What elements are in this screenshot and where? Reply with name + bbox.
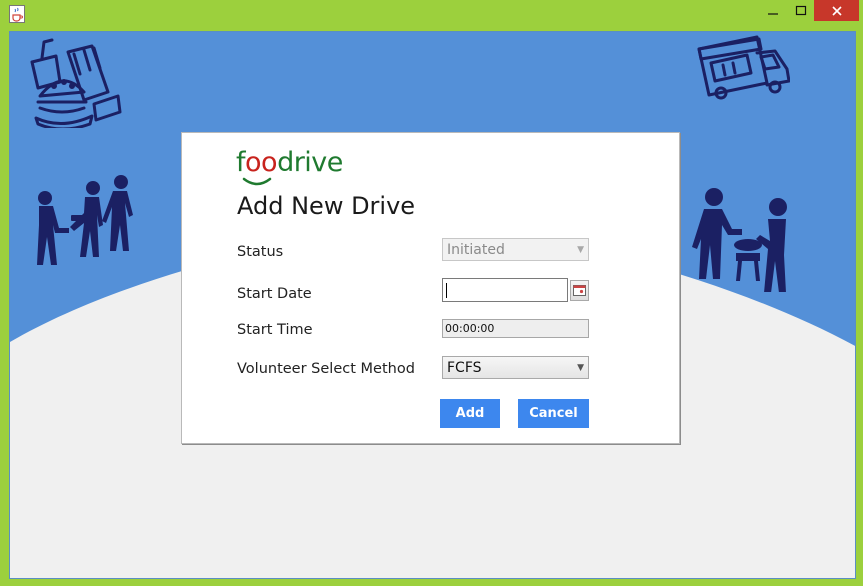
- start-date-label: Start Date: [237, 286, 312, 302]
- logo-smile-icon: [242, 177, 272, 186]
- minimize-icon: [768, 12, 778, 15]
- chevron-down-icon: ▼: [577, 362, 584, 373]
- title-bar[interactable]: [0, 0, 863, 29]
- volunteer-method-select[interactable]: FCFS ▼: [442, 356, 589, 379]
- start-time-label: Start Time: [237, 322, 313, 338]
- chevron-down-icon: ▼: [577, 244, 584, 255]
- minimize-button[interactable]: [758, 0, 788, 21]
- maximize-button[interactable]: [788, 0, 814, 21]
- close-button[interactable]: [814, 0, 859, 21]
- text-cursor: [446, 283, 447, 298]
- volunteer-method-value: FCFS: [447, 359, 482, 376]
- logo-text-drive: drive: [277, 147, 343, 178]
- add-button[interactable]: Add: [440, 399, 500, 428]
- volunteer-method-label: Volunteer Select Method: [237, 361, 415, 377]
- fast-food-icon: [30, 38, 122, 128]
- food-truck-icon: [697, 35, 790, 100]
- status-label: Status: [237, 244, 284, 260]
- volunteers-group-icon: [37, 175, 133, 265]
- food-serving-icon: [692, 188, 787, 292]
- status-select: Initiated ▼: [442, 238, 589, 261]
- start-date-input[interactable]: [442, 278, 568, 302]
- close-icon: [831, 5, 842, 16]
- logo-text-f: f: [236, 147, 246, 178]
- page-title: Add New Drive: [237, 192, 416, 220]
- java-cup-icon: [9, 5, 25, 23]
- calendar-button[interactable]: [570, 280, 589, 301]
- app-window: foodrive Add New Drive Status Initiated …: [0, 0, 863, 586]
- foodrive-logo: foodrive: [236, 147, 343, 178]
- maximize-icon: [795, 5, 807, 15]
- start-time-field[interactable]: 00:00:00: [442, 319, 589, 338]
- calendar-icon: [573, 285, 586, 296]
- content-area: foodrive Add New Drive Status Initiated …: [9, 31, 856, 579]
- add-drive-card: foodrive Add New Drive Status Initiated …: [181, 132, 680, 444]
- status-select-value: Initiated: [447, 241, 505, 258]
- logo-text-oo: oo: [245, 147, 278, 178]
- cancel-button[interactable]: Cancel: [518, 399, 589, 428]
